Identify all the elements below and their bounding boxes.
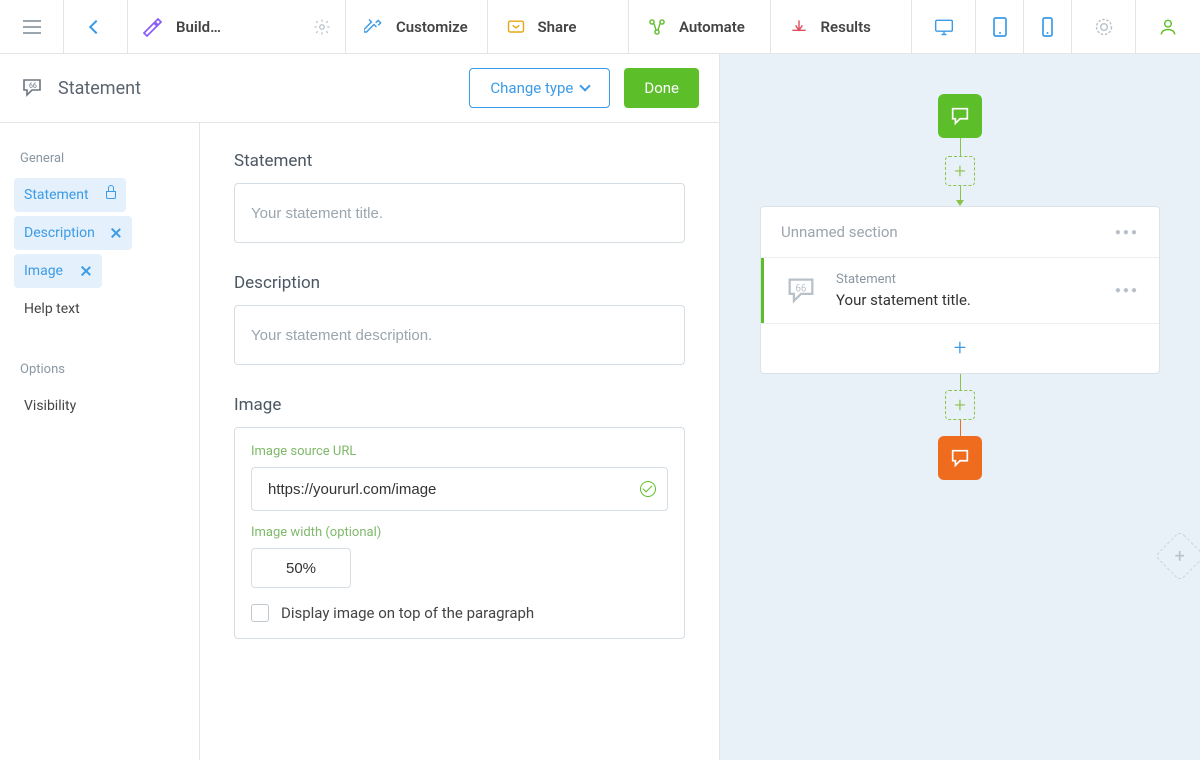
share-icon: [506, 17, 526, 37]
sidebar-group-options: Options: [20, 362, 179, 377]
tab-build-label: Build…: [176, 18, 221, 36]
sidebar: General Statement Description Image Help…: [0, 123, 200, 760]
statement-section-label: Statement: [234, 151, 685, 171]
tab-build[interactable]: Build…: [128, 0, 346, 53]
chat-icon: [949, 105, 971, 127]
image-url-label: Image source URL: [251, 444, 668, 459]
customize-icon: [364, 17, 384, 37]
hamburger-icon: [23, 20, 41, 34]
chevron-down-icon: [580, 80, 591, 91]
help-icon: [1094, 17, 1114, 37]
tablet-icon: [993, 17, 1007, 37]
check-circle-icon: [640, 481, 656, 497]
card-type-label: Statement: [836, 272, 971, 287]
menu-button[interactable]: [0, 0, 64, 53]
desktop-icon: [934, 18, 954, 36]
results-icon: [789, 17, 809, 37]
image-width-input[interactable]: [251, 548, 351, 588]
add-question-button[interactable]: +: [761, 323, 1159, 373]
chevron-left-icon: [88, 19, 102, 33]
sidebar-item-label: Statement: [24, 187, 89, 203]
tab-customize-label: Customize: [396, 18, 468, 36]
sidebar-item-label: Visibility: [24, 398, 76, 414]
sidebar-item-description[interactable]: Description: [14, 216, 132, 250]
device-tablet-button[interactable]: [976, 0, 1024, 53]
user-icon: [1158, 17, 1178, 37]
tab-automate-label: Automate: [679, 18, 745, 36]
tab-customize[interactable]: Customize: [346, 0, 488, 53]
add-branch-button[interactable]: +: [1155, 531, 1200, 582]
svg-text:66: 66: [29, 82, 37, 90]
section-title: Unnamed section: [781, 223, 898, 241]
back-button[interactable]: [64, 0, 128, 53]
section-card-header[interactable]: Unnamed section ●●●: [761, 207, 1159, 258]
tab-share-label: Share: [538, 18, 577, 36]
svg-text:66: 66: [795, 283, 807, 294]
tab-results[interactable]: Results: [771, 0, 913, 53]
image-fieldset: Image source URL Image width (optional) …: [234, 427, 685, 639]
sidebar-item-label: Image: [24, 263, 63, 279]
start-node[interactable]: [938, 94, 982, 138]
change-type-button[interactable]: Change type: [469, 68, 610, 108]
change-type-label: Change type: [490, 79, 573, 97]
statement-card-row[interactable]: 66 Statement Your statement title. ●●●: [761, 258, 1159, 323]
build-icon: [142, 17, 162, 37]
image-section-label: Image: [234, 395, 685, 415]
image-width-label: Image width (optional): [251, 525, 668, 540]
top-nav: Build… Customize Share Automate Results: [0, 0, 1200, 54]
phone-icon: [1042, 17, 1053, 37]
sidebar-item-visibility[interactable]: Visibility: [14, 389, 185, 423]
card-title: Your statement title.: [836, 291, 971, 309]
sidebar-item-help-text[interactable]: Help text: [14, 292, 185, 326]
close-icon[interactable]: [80, 265, 92, 277]
tab-share[interactable]: Share: [488, 0, 630, 53]
gear-icon[interactable]: [313, 18, 331, 36]
canvas-panel: + Unnamed section ●●● 66 Statement Your: [720, 54, 1200, 760]
sidebar-item-label: Help text: [24, 301, 80, 317]
statement-input[interactable]: [234, 183, 685, 243]
sidebar-group-general: General: [20, 151, 179, 166]
end-node[interactable]: [938, 436, 982, 480]
done-label: Done: [644, 79, 679, 97]
device-desktop-button[interactable]: [912, 0, 976, 53]
tab-results-label: Results: [821, 18, 871, 36]
image-on-top-label: Display image on top of the paragraph: [281, 604, 534, 622]
close-icon[interactable]: [110, 227, 122, 239]
add-node-button[interactable]: +: [945, 390, 975, 420]
more-icon[interactable]: ●●●: [1115, 285, 1139, 296]
tab-automate[interactable]: Automate: [629, 0, 771, 53]
lock-icon: [106, 191, 116, 199]
sidebar-item-image[interactable]: Image: [14, 254, 102, 288]
statement-icon: 66: [784, 274, 818, 308]
done-button[interactable]: Done: [624, 68, 699, 108]
sidebar-item-statement[interactable]: Statement: [14, 178, 126, 212]
help-button[interactable]: [1072, 0, 1136, 53]
description-input[interactable]: [234, 305, 685, 365]
form-area: Statement Description Image Image source…: [200, 123, 719, 760]
panel-header: 66 Statement Change type Done: [0, 54, 719, 123]
add-node-button[interactable]: +: [945, 156, 975, 186]
image-url-input[interactable]: [251, 467, 668, 511]
description-section-label: Description: [234, 273, 685, 293]
image-on-top-checkbox[interactable]: [251, 604, 269, 622]
panel-title: Statement: [58, 78, 141, 99]
more-icon[interactable]: ●●●: [1115, 227, 1139, 238]
chat-icon: [949, 447, 971, 469]
statement-icon: 66: [20, 76, 44, 100]
sidebar-item-label: Description: [24, 225, 95, 241]
device-phone-button[interactable]: [1024, 0, 1072, 53]
automate-icon: [647, 17, 667, 37]
account-button[interactable]: [1136, 0, 1200, 53]
section-card: Unnamed section ●●● 66 Statement Your st…: [760, 206, 1160, 374]
